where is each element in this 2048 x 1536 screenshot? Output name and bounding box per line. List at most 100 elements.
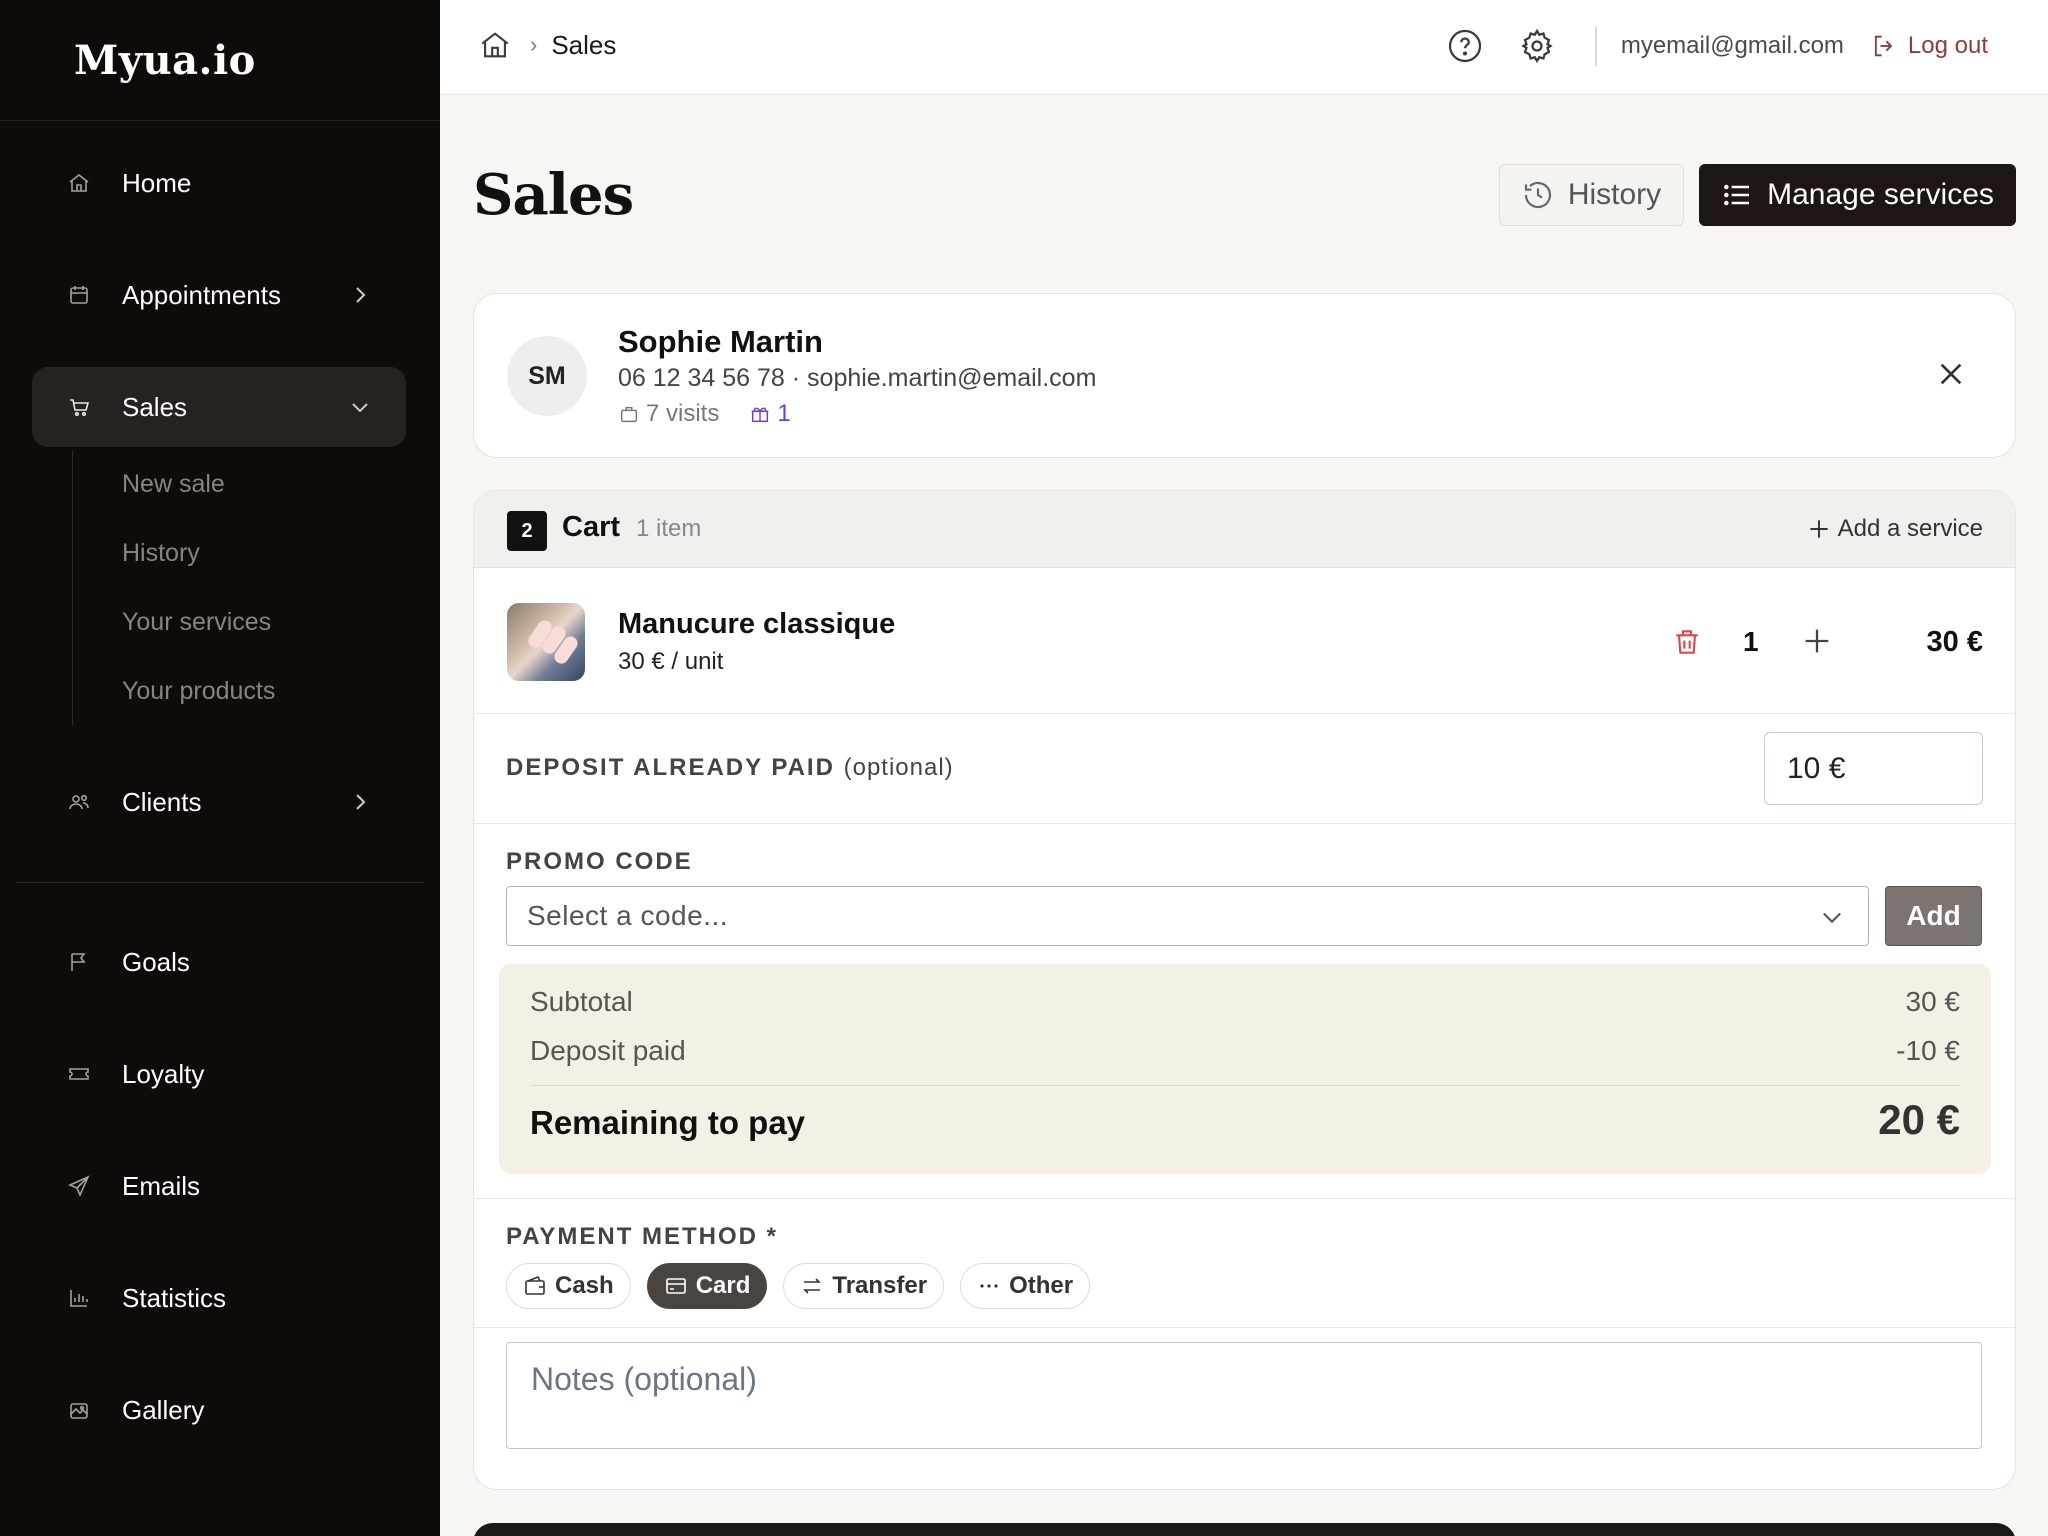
sidebar-item-sales[interactable]: Sales xyxy=(32,367,406,447)
summary-divider xyxy=(530,1085,1960,1086)
history-button-label: History xyxy=(1567,178,1662,211)
sidebar-item-statistics[interactable]: Statistics xyxy=(32,1258,406,1338)
remaining-value: 20 € xyxy=(1878,1096,1960,1143)
sales-submenu: New sale History Your services Your prod… xyxy=(72,450,372,726)
users-icon xyxy=(66,789,92,815)
payment-other-button[interactable]: Other xyxy=(960,1263,1091,1309)
page-title: Sales xyxy=(473,162,634,228)
add-service-button[interactable]: Add a service xyxy=(1806,515,1983,543)
payment-card-button[interactable]: Card xyxy=(646,1263,768,1309)
deposit-row: DEPOSIT ALREADY PAID (optional) 10 € xyxy=(474,714,2015,824)
breadcrumb: › Sales xyxy=(478,28,616,62)
sidebar-item-goals[interactable]: Goals xyxy=(32,922,406,1002)
promo-code-select[interactable]: Select a code... xyxy=(506,886,1869,946)
breadcrumb-current: Sales xyxy=(551,29,617,60)
home-icon[interactable] xyxy=(478,28,512,62)
sidebar: Myua.io Home Appointments Sales New sale… xyxy=(0,0,440,1536)
payment-cash-button[interactable]: Cash xyxy=(506,1263,631,1309)
submenu-new-sale[interactable]: New sale xyxy=(73,450,372,519)
deposit-input[interactable]: 10 € xyxy=(1764,732,1983,805)
gear-icon[interactable] xyxy=(1519,28,1555,64)
sidebar-item-label: Appointments xyxy=(122,279,281,310)
increment-icon[interactable] xyxy=(1800,624,1834,658)
payment-card-label: Card xyxy=(695,1272,751,1299)
sidebar-item-emails[interactable]: Emails xyxy=(32,1146,406,1226)
promo-add-button[interactable]: Add xyxy=(1885,886,1982,946)
close-icon[interactable] xyxy=(1935,358,1967,390)
remaining-label: Remaining to pay xyxy=(530,1104,806,1141)
history-icon xyxy=(1524,181,1551,209)
credit-card-icon xyxy=(665,1278,686,1294)
payment-label: PAYMENT METHOD * xyxy=(506,1223,779,1250)
payment-transfer-label: Transfer xyxy=(832,1272,928,1299)
deposit-label: DEPOSIT ALREADY PAID (optional) xyxy=(506,754,954,782)
submenu-your-products[interactable]: Your products xyxy=(73,657,372,726)
sidebar-item-clients[interactable]: Clients xyxy=(32,762,406,842)
avatar: SM xyxy=(507,336,587,416)
logout-button[interactable]: Log out xyxy=(1870,32,1988,60)
plus-icon xyxy=(1809,520,1828,538)
submenu-history[interactable]: History xyxy=(73,519,372,588)
cart-icon xyxy=(66,394,92,420)
step-badge: 2 xyxy=(507,511,547,551)
app-logo[interactable]: Myua.io xyxy=(0,0,440,121)
sidebar-item-loyalty[interactable]: Loyalty xyxy=(32,1034,406,1114)
client-contact: 06 12 34 56 78 · sophie.martin@email.com xyxy=(618,364,1097,392)
manage-services-button[interactable]: Manage services xyxy=(1699,164,2016,226)
sidebar-divider xyxy=(16,882,424,883)
help-icon[interactable] xyxy=(1447,28,1483,64)
user-email: myemail@gmail.com xyxy=(1620,32,1844,59)
sidebar-item-appointments[interactable]: Appointments xyxy=(32,255,406,335)
sidebar-item-label: Sales xyxy=(122,391,188,422)
client-meta: 7 visits 1 xyxy=(618,400,791,428)
more-icon xyxy=(980,1284,998,1288)
gift-icon xyxy=(752,407,769,423)
notes-textarea[interactable]: Notes (optional) xyxy=(506,1342,1982,1449)
order-summary: Subtotal 30 € Deposit paid -10 € Remaini… xyxy=(499,964,1991,1174)
cart-card: 2 Cart 1 item Add a service Manucure cla… xyxy=(473,490,2016,1490)
service-unit-price: 30 € / unit xyxy=(618,648,724,675)
deposit-label-text: DEPOSIT ALREADY PAID xyxy=(506,754,835,781)
home-icon xyxy=(66,170,92,196)
topbar: › Sales myemail@gmail.com Log out xyxy=(440,0,2048,95)
chevron-right-icon xyxy=(356,794,366,810)
sidebar-item-label: Goals xyxy=(122,946,190,977)
quantity-value: 1 xyxy=(1743,626,1759,657)
chevron-right-icon xyxy=(356,287,366,303)
payment-method-section: PAYMENT METHOD * Cash Card Transfer Othe… xyxy=(474,1198,2015,1328)
bag-icon xyxy=(620,406,638,423)
chart-icon xyxy=(66,1285,92,1311)
client-card: SM Sophie Martin 06 12 34 56 78 · sophie… xyxy=(473,293,2016,458)
deposit-paid-value: -10 € xyxy=(1896,1035,1960,1066)
sidebar-item-label: Clients xyxy=(122,786,202,817)
sidebar-item-label: Home xyxy=(122,167,192,198)
history-button[interactable]: History xyxy=(1499,164,1684,226)
sidebar-item-gallery[interactable]: Gallery xyxy=(32,1370,406,1450)
list-icon xyxy=(1724,184,1750,206)
sidebar-item-label: Statistics xyxy=(122,1282,227,1313)
ticket-icon xyxy=(66,1061,92,1087)
client-rewards-count: 1 xyxy=(777,400,791,427)
add-service-label: Add a service xyxy=(1837,515,1983,542)
payment-transfer-button[interactable]: Transfer xyxy=(783,1263,945,1309)
subtotal-label: Subtotal xyxy=(530,986,633,1017)
client-name: Sophie Martin xyxy=(618,324,823,359)
sidebar-item-home[interactable]: Home xyxy=(32,143,406,223)
flag-icon xyxy=(66,949,92,975)
service-thumbnail xyxy=(507,603,585,681)
sidebar-item-label: Gallery xyxy=(122,1394,205,1425)
submit-bar[interactable] xyxy=(473,1523,2016,1536)
promo-label: PROMO CODE xyxy=(506,848,693,875)
cart-header: 2 Cart 1 item Add a service xyxy=(474,491,2015,568)
calendar-icon xyxy=(66,282,92,308)
client-rewards: 1 xyxy=(749,400,791,428)
breadcrumb-separator-icon: › xyxy=(530,32,538,57)
service-name: Manucure classique xyxy=(618,608,896,640)
transfer-icon xyxy=(803,1278,822,1294)
submenu-your-services[interactable]: Your services xyxy=(73,588,372,657)
logout-icon xyxy=(1874,35,1893,57)
payment-methods: Cash Card Transfer Other xyxy=(506,1263,1106,1309)
logout-label: Log out xyxy=(1907,32,1988,59)
line-total: 30 € xyxy=(1926,626,1983,658)
trash-icon[interactable] xyxy=(1671,626,1703,658)
